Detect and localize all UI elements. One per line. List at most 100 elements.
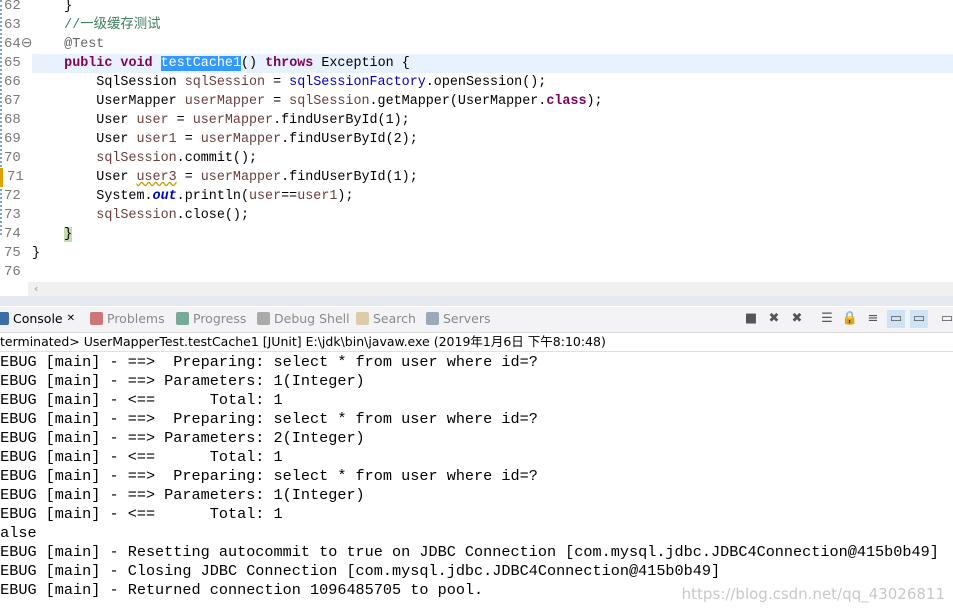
tab-label: Debug Shell (274, 311, 350, 326)
tab-search[interactable]: Search (356, 311, 416, 326)
code-token: sqlSession (184, 75, 266, 90)
code-token: userMapper (200, 170, 282, 185)
code-token: throws (265, 56, 314, 71)
code-line[interactable]: User user = userMapper.findUserById(1); (32, 111, 953, 130)
show-on-stderr-icon[interactable]: ▭ (910, 310, 928, 328)
line-number: 70 (4, 150, 21, 166)
code-line[interactable] (32, 263, 953, 282)
code-token: .findUserById(1); (281, 170, 418, 185)
console-line: DEBUG [main] - <== Total: 1 (0, 448, 283, 466)
code-token: @Test (64, 37, 105, 52)
console-line: DEBUG [main] - ==> Preparing: select * f… (0, 410, 538, 428)
line-number: 69 (4, 131, 21, 147)
search-icon (356, 312, 369, 325)
console-line: DEBUG [main] - ==> Parameters: 1(Integer… (0, 486, 365, 504)
watermark: https://blog.csdn.net/qq_43026811 (681, 585, 945, 603)
code-token: out (152, 189, 177, 204)
code-token: User (32, 113, 137, 128)
code-token: userMapper (184, 94, 266, 109)
tab-label: Progress (193, 311, 247, 326)
code-token: user (136, 113, 169, 128)
code-line[interactable]: public void testCache1() throws Exceptio… (32, 54, 953, 73)
tab-servers[interactable]: Servers (426, 311, 491, 326)
code-token: Exception { (313, 56, 410, 71)
show-on-stdout-icon[interactable]: ▭ (887, 310, 905, 328)
code-line[interactable]: SqlSession sqlSession = sqlSessionFactor… (32, 73, 953, 92)
code-token: user1 (297, 189, 338, 204)
code-line[interactable]: } (32, 0, 953, 16)
code-line[interactable]: sqlSession.commit(); (32, 149, 953, 168)
tab-progress[interactable]: Progress (176, 311, 246, 326)
code-token: = (176, 170, 201, 185)
code-token: .commit(); (176, 151, 258, 166)
code-line[interactable]: @Test (32, 35, 953, 54)
servers-icon (426, 312, 439, 325)
console-status: terminated> UserMapperTest.testCache1 [J… (0, 332, 953, 352)
console-line: DEBUG [main] - <== Total: 1 (0, 391, 283, 409)
progress-icon (176, 312, 189, 325)
code-token: .findUserById(1); (273, 113, 410, 128)
divider (0, 296, 953, 306)
code-token: .openSession(); (425, 75, 547, 90)
debug-shell-icon (257, 312, 270, 325)
tab-label: Search (373, 311, 416, 326)
tab-debug-shell[interactable]: Debug Shell (257, 311, 350, 326)
console-line: DEBUG [main] - <== Total: 1 (0, 505, 283, 523)
code-token: sqlSession (96, 151, 177, 166)
tab-label: Servers (443, 311, 491, 326)
code-line[interactable]: User user1 = userMapper.findUserById(2); (32, 130, 953, 149)
code-line[interactable]: System.out.println(user==user1); (32, 187, 953, 206)
code-token: userMapper (192, 113, 274, 128)
code-line[interactable]: UserMapper userMapper = sqlSession.getMa… (32, 92, 953, 111)
code-token: void (120, 56, 153, 71)
code-token: ); (337, 189, 354, 204)
open-console-icon[interactable]: ▭ (938, 310, 953, 328)
console-line: DEBUG [main] - ==> Preparing: select * f… (0, 467, 538, 485)
remove-all-icon[interactable]: ✖ (788, 310, 806, 328)
horizontal-scrollbar[interactable]: ‹ (28, 282, 953, 296)
code-line[interactable]: } (32, 244, 953, 263)
code-token: } (32, 0, 73, 14)
tab-console[interactable]: Console ✕ (0, 311, 75, 326)
scroll-lock-icon[interactable]: 🔒 (841, 310, 859, 328)
code-line[interactable]: } (32, 225, 953, 244)
terminate-icon[interactable]: ■ (742, 310, 760, 328)
line-number: 63 (4, 17, 21, 33)
code-line[interactable]: User user3 = userMapper.findUserById(1); (32, 168, 953, 187)
remove-launch-icon[interactable]: ✖ (765, 310, 783, 328)
code-token: .close(); (176, 208, 249, 223)
console-icon (0, 312, 9, 325)
problems-icon (90, 312, 103, 325)
code-token: User (32, 170, 137, 185)
code-token: //一级缓存测试 (64, 18, 161, 33)
code-editor[interactable]: 62 } 63 //一级缓存测试 64⊖ @Test 65 public void t… (0, 0, 953, 282)
line-number: 67 (4, 93, 21, 109)
line-number: 73 (4, 207, 21, 223)
code-token: userMapper (200, 132, 282, 147)
line-number: 76 (4, 264, 21, 280)
line-number: 65 (4, 55, 21, 71)
code-token: user3 (136, 170, 177, 185)
word-wrap-icon[interactable]: ≡ (864, 310, 882, 328)
code-token: = (168, 113, 193, 128)
code-line[interactable]: //一级缓存测试 (32, 16, 953, 35)
code-line[interactable]: sqlSession.close(); (32, 206, 953, 225)
console-line: DEBUG [main] - Resetting autocommit to t… (0, 543, 939, 561)
code-token: public (64, 56, 113, 71)
line-number: 68 (4, 112, 21, 128)
close-icon[interactable]: ✕ (67, 313, 75, 324)
code-token: .findUserById(2); (281, 132, 418, 147)
console-line: DEBUG [main] - Closing JDBC Connection [… (0, 562, 721, 580)
console-line: DEBUG [main] - ==> Parameters: 1(Integer… (0, 372, 365, 390)
clear-console-icon[interactable]: ☰ (818, 310, 836, 328)
code-token: = (265, 94, 290, 109)
tab-problems[interactable]: Problems (90, 311, 165, 326)
code-token: = (176, 132, 201, 147)
code-token: testCache1 (160, 56, 241, 71)
code-token: .getMapper(UserMapper. (369, 94, 547, 109)
